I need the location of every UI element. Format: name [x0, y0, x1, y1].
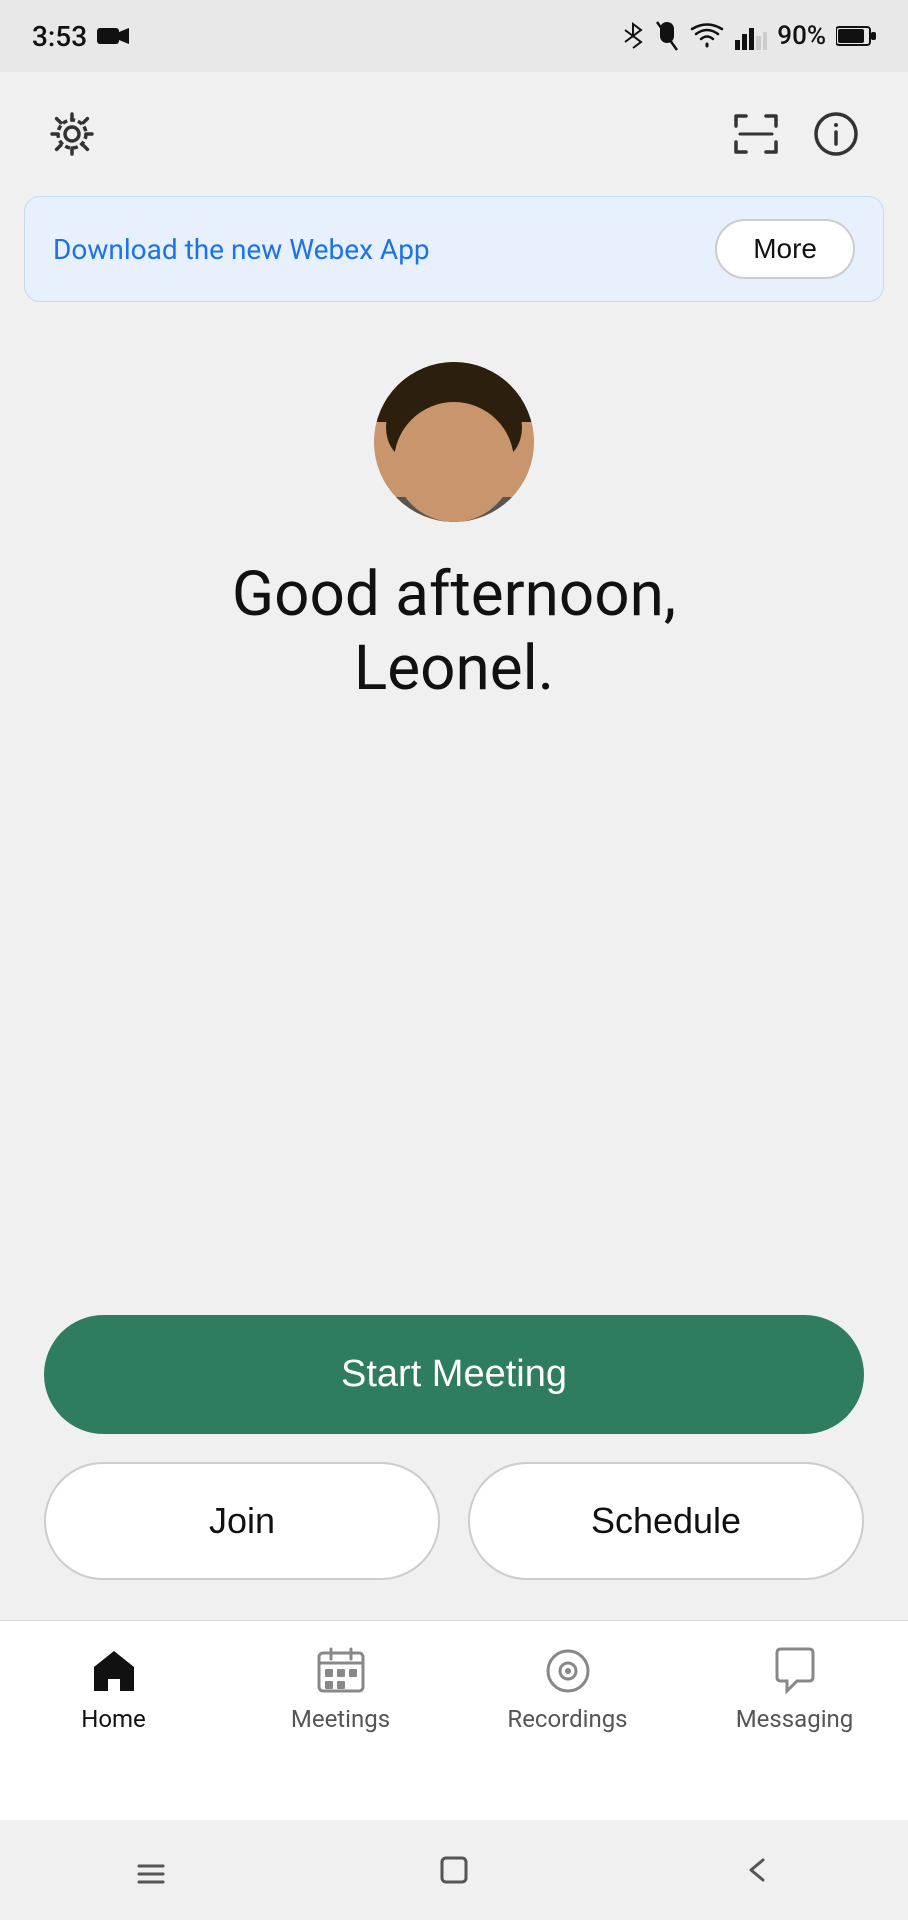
- back-icon: [737, 1850, 777, 1890]
- signal-icon: [735, 22, 767, 50]
- top-bar-right-icons: [724, 102, 868, 166]
- webex-banner: Download the new Webex App More: [24, 196, 884, 302]
- recent-apps-button[interactable]: [111, 1840, 191, 1900]
- greeting-section: Good afternoon, Leonel.: [0, 362, 908, 707]
- nav-label-meetings: Meetings: [291, 1705, 390, 1733]
- settings-button[interactable]: [40, 102, 104, 166]
- schedule-button[interactable]: Schedule: [468, 1462, 864, 1580]
- scan-icon: [732, 110, 780, 158]
- info-icon: [812, 110, 860, 158]
- info-button[interactable]: [804, 102, 868, 166]
- bottom-nav: Home Meetings Recordings Messaging: [0, 1620, 908, 1820]
- status-icons-area: 90%: [621, 20, 876, 52]
- top-bar: [0, 72, 908, 186]
- home-icon: [88, 1645, 140, 1697]
- bluetooth-icon: [621, 20, 645, 52]
- content-spacer: [0, 707, 908, 1315]
- recent-apps-icon: [131, 1850, 171, 1890]
- nav-item-recordings[interactable]: Recordings: [498, 1645, 638, 1733]
- battery-icon: [836, 25, 876, 47]
- avatar[interactable]: [374, 362, 534, 522]
- mute-icon: [655, 20, 679, 52]
- meetings-icon: [315, 1645, 367, 1697]
- nav-item-meetings[interactable]: Meetings: [271, 1645, 411, 1733]
- home-button[interactable]: [414, 1840, 494, 1900]
- nav-label-messaging: Messaging: [736, 1705, 854, 1733]
- greeting-text: Good afternoon, Leonel.: [232, 558, 676, 707]
- greeting-name: Leonel.: [354, 632, 554, 705]
- home-sys-icon: [434, 1850, 474, 1890]
- battery-display: 90%: [777, 21, 826, 51]
- join-button[interactable]: Join: [44, 1462, 440, 1580]
- system-nav: [0, 1820, 908, 1920]
- camera-status-icon: [97, 24, 129, 48]
- banner-more-button[interactable]: More: [715, 219, 855, 279]
- avatar-image: [374, 362, 534, 522]
- messaging-icon: [769, 1645, 821, 1697]
- action-section: Start Meeting Join Schedule: [0, 1315, 908, 1620]
- recordings-icon: [542, 1645, 594, 1697]
- nav-label-home: Home: [81, 1705, 146, 1733]
- start-meeting-button[interactable]: Start Meeting: [44, 1315, 864, 1434]
- scan-button[interactable]: [724, 102, 788, 166]
- status-time-area: 3:53: [32, 20, 129, 53]
- nav-item-messaging[interactable]: Messaging: [725, 1645, 865, 1733]
- back-button[interactable]: [717, 1840, 797, 1900]
- time-display: 3:53: [32, 20, 87, 53]
- avatar-svg: [374, 362, 534, 522]
- greeting-salutation: Good afternoon,: [232, 558, 676, 631]
- status-bar: 3:53 90%: [0, 0, 908, 72]
- wifi-icon: [689, 22, 725, 50]
- nav-label-recordings: Recordings: [507, 1705, 627, 1733]
- nav-item-home[interactable]: Home: [44, 1645, 184, 1733]
- main-content: Download the new Webex App More: [0, 72, 908, 1620]
- gear-icon: [48, 110, 96, 158]
- banner-text: Download the new Webex App: [53, 233, 430, 266]
- secondary-buttons: Join Schedule: [44, 1462, 864, 1580]
